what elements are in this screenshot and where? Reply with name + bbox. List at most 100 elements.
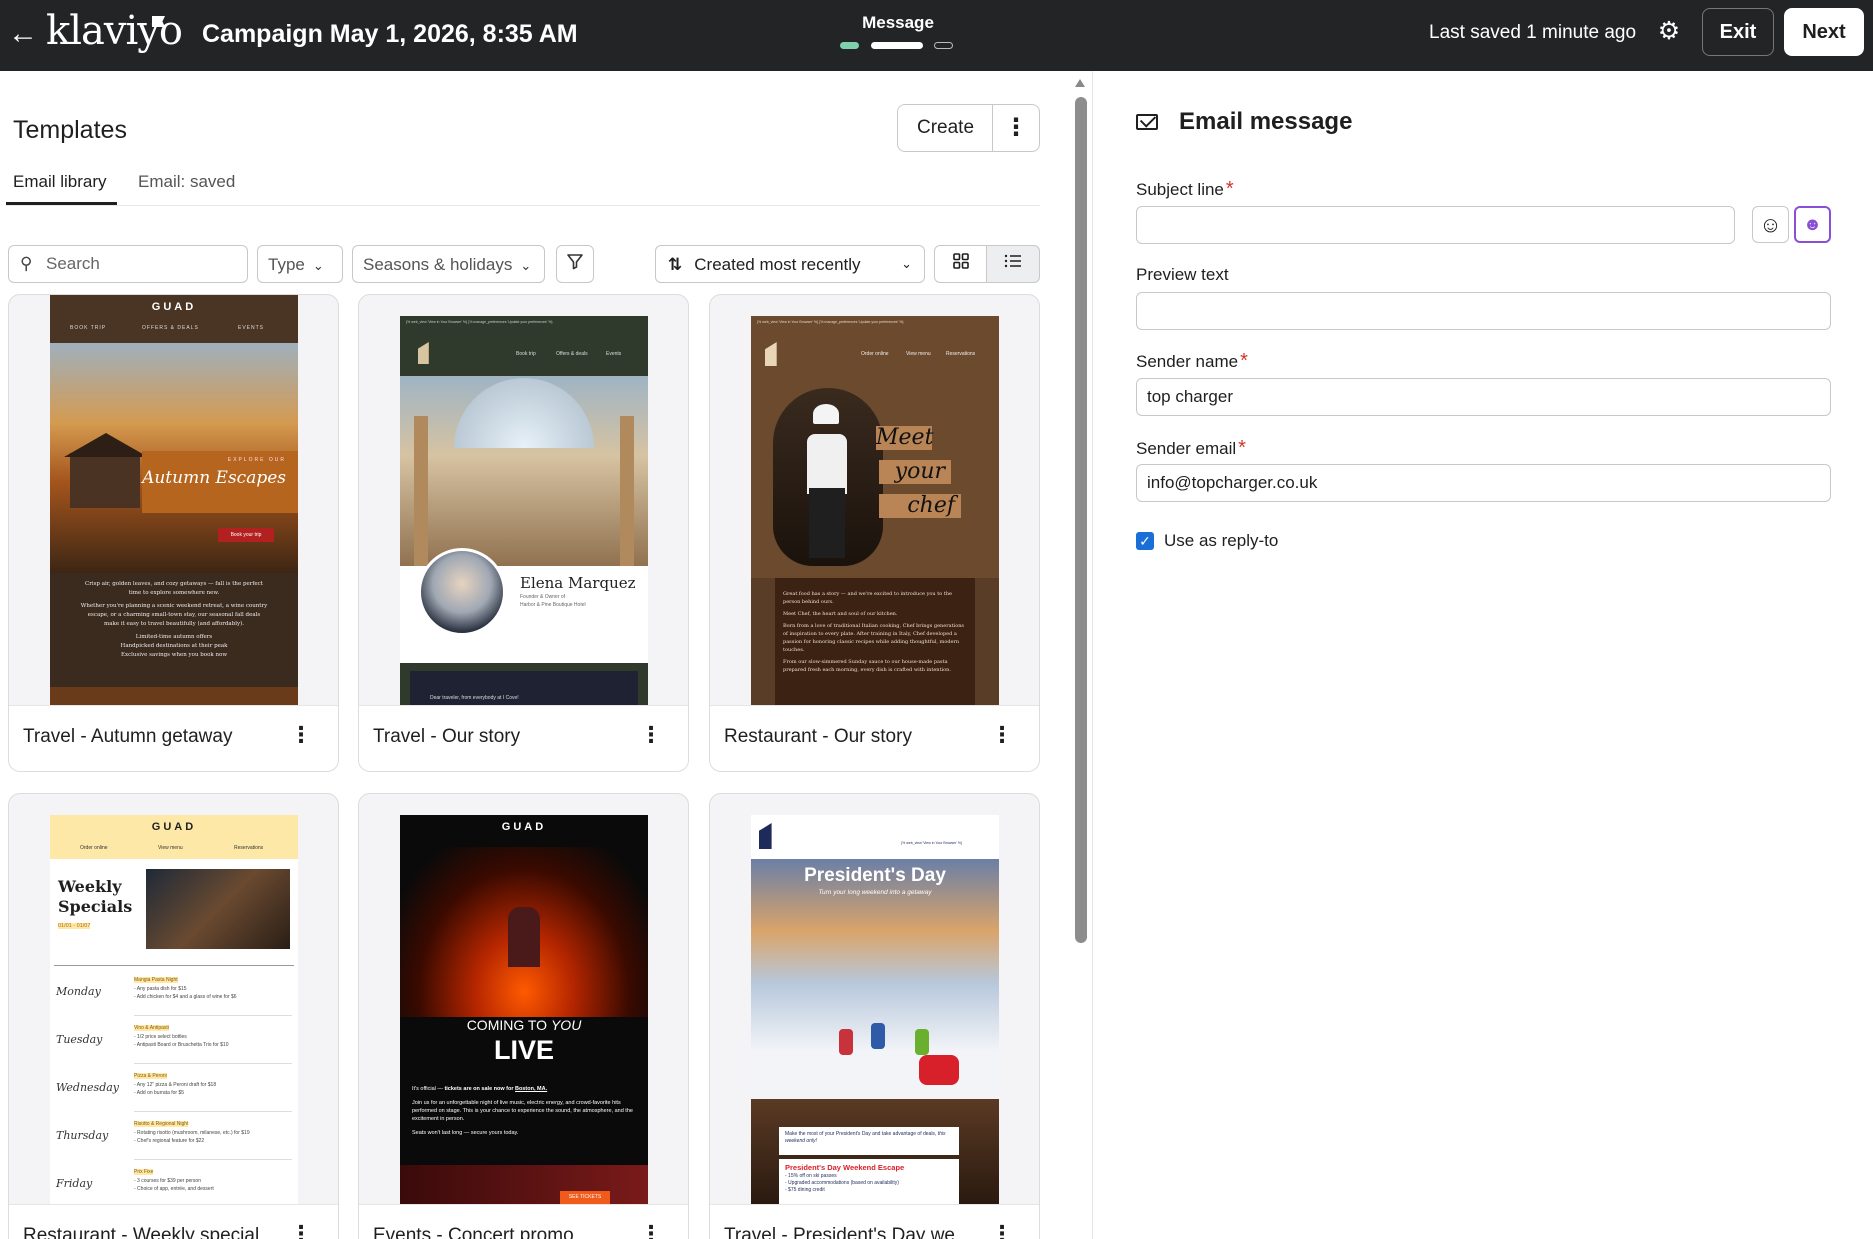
template-card[interactable]: GUAD BOOK TRIP OFFERS & DEALS EVENTS EXP… <box>8 294 339 772</box>
thumb-nav: View menu <box>158 845 183 851</box>
personalize-icon[interactable]: ☻ <box>1794 206 1831 243</box>
template-card[interactable]: GUAD COMING TO YOU LIVE It's official — … <box>358 793 689 1239</box>
emoji-icon[interactable]: ☺ <box>1752 206 1789 243</box>
tab-email-library[interactable]: Email library <box>13 172 107 192</box>
list-view-icon[interactable] <box>986 245 1040 283</box>
thumb-body: Meet Chef, the heart and soul of our kit… <box>783 611 898 617</box>
template-card[interactable]: {% web_view 'View in Your Browser' %} Pr… <box>709 793 1040 1239</box>
avatar <box>418 548 506 636</box>
grid-view-icon[interactable] <box>934 245 987 283</box>
thumb-logo: GUAD <box>151 301 197 313</box>
preview-text-input[interactable] <box>1136 292 1831 330</box>
special-line: - Choice of app, entrée, and dessert <box>134 1186 214 1192</box>
step-2-indicator <box>871 42 923 49</box>
search-box: ⚲ <box>8 245 248 283</box>
thumb-offer: President's Day Weekend Escape <box>785 1163 905 1172</box>
special-tag: Mangia Pasta Night <box>134 977 178 983</box>
create-button[interactable]: Create <box>897 104 993 152</box>
special-day: Tuesday <box>56 1033 103 1046</box>
thumb-body: Join us for an unforgettable night of li… <box>412 1100 633 1122</box>
thumb-photo: President's Day Turn your long weekend i… <box>751 859 999 1099</box>
card-name: Events - Concert promo <box>373 1225 574 1239</box>
special-tag: Prix Fixe <box>134 1169 154 1175</box>
template-thumbnail: {% web_view 'View in Your Browser' %} {%… <box>751 316 999 705</box>
sort-dropdown[interactable]: ⇅ Created most recently ⌄ <box>655 245 925 283</box>
special-line: - 1/2 price select bottles <box>134 1034 187 1040</box>
top-bar: ← klaviyo Campaign May 1, 2026, 8:35 AM … <box>0 0 1873 71</box>
list-item: Monday Mangia Pasta Night - Any pasta dish… <box>50 973 298 1021</box>
panel-divider <box>1092 71 1093 1239</box>
next-button[interactable]: Next <box>1784 8 1864 56</box>
row-divider <box>134 1015 292 1016</box>
more-options-icon[interactable]: ⋮ <box>640 1221 662 1239</box>
thumb-headline: LIVE <box>493 1035 554 1065</box>
template-card[interactable]: {% web_view 'View in Your Browser' %} {%… <box>358 294 689 772</box>
more-options-icon[interactable]: ⋮ <box>640 722 662 748</box>
tab-email-saved[interactable]: Email: saved <box>138 172 235 192</box>
thumb-photo <box>400 376 648 576</box>
thumb-cta: Book your trip <box>218 528 274 542</box>
thumb-bullet: Handpicked destinations at their peak <box>120 643 228 649</box>
gear-icon[interactable]: ⚙ <box>1654 16 1684 46</box>
template-thumbnail: {% web_view 'View in Your Browser' %} {%… <box>400 316 648 705</box>
thumb-preheader: {% web_view 'View in Your Browser' %} {%… <box>757 320 904 324</box>
card-footer: Travel - Autumn getaway ⋮ <box>9 705 338 771</box>
more-options-icon[interactable]: ⋮ <box>991 1221 1013 1239</box>
thumb-body: - $75 dining credit <box>785 1187 825 1193</box>
scroll-up-icon[interactable] <box>1075 79 1085 87</box>
list-item: Friday Prix Fixe - 3 courses for $39 per p… <box>50 1165 298 1204</box>
exit-button[interactable]: Exit <box>1702 8 1774 56</box>
special-line: - Any 12" pizza & Peroni draft for $18 <box>134 1082 217 1088</box>
thumb-body: - 15% off on ski passes <box>785 1173 837 1179</box>
thumb-preheader: {% web_view 'View in Your Browser' %} <box>901 841 963 845</box>
thumb-body: It's official — <box>412 1086 445 1092</box>
type-dropdown-label: Type <box>268 255 305 274</box>
scrollbar-thumb[interactable] <box>1075 97 1087 943</box>
sender-email-input[interactable] <box>1136 464 1831 502</box>
thumb-kicker: EXPLORE OUR <box>227 457 286 463</box>
arrow-left-icon[interactable]: ← <box>6 18 40 52</box>
thumb-body: tickets are on sale now for <box>444 1086 516 1092</box>
subject-line-input[interactable] <box>1136 206 1735 244</box>
thumb-body: From our slow-simmered Sunday sauce to o… <box>783 659 951 673</box>
email-message-title: Email message <box>1179 108 1353 135</box>
sender-email-label: Sender email * <box>1136 437 1246 460</box>
type-dropdown[interactable]: Type ⌄ <box>257 245 343 283</box>
required-marker: * <box>1240 350 1248 372</box>
card-footer: Restaurant - Our story ⋮ <box>710 705 1039 771</box>
sender-email-label-text: Sender email <box>1136 439 1237 458</box>
thumb-nav: Reservations <box>234 845 264 851</box>
chevron-down-icon: ⌄ <box>901 256 912 271</box>
special-line: - 3 courses for $39 per person <box>134 1178 201 1184</box>
row-divider <box>134 1111 292 1112</box>
templates-title: Templates <box>13 116 127 144</box>
subject-line-label: Subject line * <box>1136 178 1234 201</box>
special-day: Wednesday <box>56 1081 120 1094</box>
row-divider <box>134 1063 292 1064</box>
template-card[interactable]: GUAD Order online View menu Reservations… <box>8 793 339 1239</box>
thumb-headline: Weekly Specials <box>58 877 133 916</box>
special-day: Monday <box>56 985 101 998</box>
more-options-icon[interactable]: ⋮ <box>290 1221 312 1239</box>
thumb-photo: EXPLORE OUR Autumn Escapes Book your tri… <box>50 343 298 573</box>
sender-name-input[interactable] <box>1136 378 1831 416</box>
step-3-indicator <box>934 42 953 49</box>
tab-divider <box>6 205 1040 206</box>
more-options-icon[interactable]: ⋮ <box>992 104 1040 152</box>
template-thumbnail: GUAD Order online View menu Reservations… <box>50 815 298 1204</box>
thumb-logo <box>759 823 772 849</box>
more-options-icon[interactable]: ⋮ <box>290 722 312 748</box>
thumb-body: Great food has a story — and we're excit… <box>783 591 953 605</box>
thumb-nav: Offers & deals <box>556 351 588 357</box>
search-input[interactable] <box>46 254 236 274</box>
template-card[interactable]: {% web_view 'View in Your Browser' %} {%… <box>709 294 1040 772</box>
more-options-icon[interactable]: ⋮ <box>991 722 1013 748</box>
chevron-down-icon: ⌄ <box>312 258 324 273</box>
special-line: - Add on burrata for $5 <box>134 1090 185 1096</box>
reply-to-checkbox[interactable]: ✓ <box>1136 532 1154 550</box>
thumb-photo <box>146 869 290 949</box>
filter-icon[interactable] <box>556 245 594 283</box>
seasons-dropdown[interactable]: Seasons & holidays ⌄ <box>352 245 545 283</box>
thumb-cta: SEE TICKETS <box>560 1191 610 1204</box>
thumb-role: Founder & Owner of <box>520 594 566 600</box>
